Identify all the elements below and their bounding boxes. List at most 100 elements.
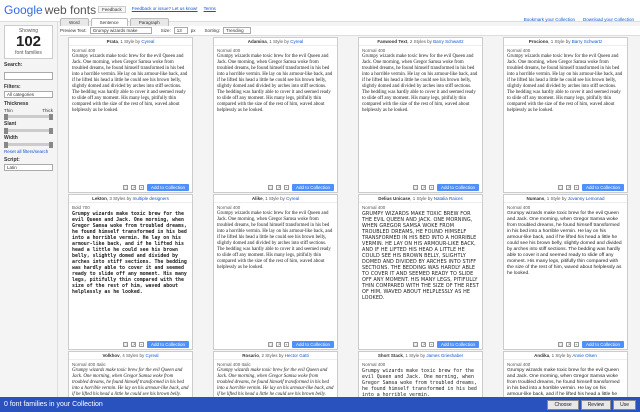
style-count: 2 Styles by bbox=[261, 353, 284, 358]
slider-handle-min[interactable] bbox=[4, 127, 8, 134]
add-icon[interactable]: + bbox=[428, 342, 434, 347]
slider-handle-max[interactable] bbox=[49, 127, 53, 134]
author-link[interactable]: Cyreal bbox=[286, 196, 299, 201]
author-link[interactable]: James Grieshaber bbox=[426, 353, 463, 358]
add-icon[interactable]: + bbox=[573, 342, 579, 347]
font-name[interactable]: Prociono bbox=[529, 39, 549, 44]
width-label: Width bbox=[4, 135, 18, 141]
author-link[interactable]: multiple designers bbox=[133, 196, 169, 201]
add-to-collection-button[interactable]: Add to Collection bbox=[291, 341, 334, 348]
pop-out-icon[interactable]: ↗ bbox=[275, 342, 281, 347]
author-link[interactable]: Hector Gatti bbox=[285, 353, 309, 358]
size-select[interactable]: 13 bbox=[173, 27, 188, 34]
slider-handle-min[interactable] bbox=[4, 141, 8, 148]
style-weight: Normal 400 bbox=[507, 205, 531, 210]
author-link[interactable]: Barry Schwartz bbox=[572, 39, 603, 44]
quick-use-icon[interactable]: □ bbox=[412, 342, 418, 347]
author-link[interactable]: Natalia Raices bbox=[434, 196, 463, 201]
style-weight: Normal 400 Italic bbox=[72, 362, 106, 367]
collection-bar: 0 font families in your Collection Choos… bbox=[0, 397, 640, 412]
issue-link[interactable]: Feedback or issue? Let us know! bbox=[132, 6, 198, 13]
quick-use-icon[interactable]: □ bbox=[267, 342, 273, 347]
tab-paragraph[interactable]: Paragraph bbox=[129, 18, 169, 26]
add-to-collection-button[interactable]: Add to Collection bbox=[436, 341, 479, 348]
font-name[interactable]: Rosario bbox=[242, 353, 259, 358]
author-link[interactable]: Barry Schwartz bbox=[433, 39, 464, 44]
pop-out-icon[interactable]: ↗ bbox=[275, 185, 281, 190]
reset-filters-link[interactable]: Reset all filters/search bbox=[4, 149, 53, 154]
card-header: Volkhov, 4 Styles by Cyreal bbox=[69, 352, 192, 360]
sorting-label: Sorting: bbox=[204, 28, 220, 33]
sample-text: Grumpy wizards make toxic brew for the e… bbox=[217, 368, 334, 397]
pop-out-icon[interactable]: ↗ bbox=[565, 185, 571, 190]
pop-out-icon[interactable]: ↗ bbox=[420, 185, 426, 190]
review-button[interactable]: Review bbox=[580, 400, 612, 410]
slant-slider[interactable] bbox=[4, 127, 53, 134]
add-icon[interactable]: + bbox=[428, 185, 434, 190]
quick-use-icon[interactable]: □ bbox=[557, 342, 563, 347]
collection-steps: Choose Review Use bbox=[547, 400, 636, 410]
bookmark-collection-link[interactable]: Bookmark your Collection bbox=[524, 17, 575, 22]
use-button[interactable]: Use bbox=[613, 400, 636, 410]
preview-text-input[interactable]: Grumpy wizards make bbox=[89, 27, 152, 34]
tab-sentence[interactable]: Sentence bbox=[90, 18, 128, 26]
quick-use-icon[interactable]: □ bbox=[557, 185, 563, 190]
script-select[interactable]: Latin bbox=[4, 164, 53, 171]
card-actions: □↗+Add to Collection bbox=[214, 340, 337, 349]
add-to-collection-button[interactable]: Add to Collection bbox=[146, 341, 189, 348]
add-icon[interactable]: + bbox=[138, 342, 144, 347]
author-link[interactable]: Cyreal bbox=[145, 353, 158, 358]
author-link[interactable]: Cyreal bbox=[141, 39, 154, 44]
google-web-fonts-logo[interactable]: Google web fonts bbox=[4, 3, 96, 17]
terms-link[interactable]: Terms bbox=[204, 6, 216, 13]
pop-out-icon[interactable]: ↗ bbox=[420, 342, 426, 347]
quick-use-icon[interactable]: □ bbox=[412, 185, 418, 190]
categories-select[interactable]: All categories bbox=[4, 91, 53, 98]
font-name[interactable]: Alike bbox=[252, 196, 263, 201]
font-name[interactable]: Andika bbox=[534, 353, 549, 358]
add-icon[interactable]: + bbox=[283, 342, 289, 347]
add-to-collection-button[interactable]: Add to Collection bbox=[581, 341, 624, 348]
add-to-collection-button[interactable]: Add to Collection bbox=[146, 184, 189, 191]
add-icon[interactable]: + bbox=[138, 185, 144, 190]
download-collection-link[interactable]: Download your Collection bbox=[583, 17, 634, 22]
author-link[interactable]: Cyreal bbox=[290, 39, 303, 44]
search-input[interactable] bbox=[4, 72, 53, 80]
sample-text: Grumpy wizards make toxic brew for the e… bbox=[217, 54, 333, 113]
author-link[interactable]: Jovanny Lemonad bbox=[568, 196, 605, 201]
slider-handle-max[interactable] bbox=[49, 141, 53, 148]
font-name[interactable]: Fanwood Text bbox=[377, 39, 407, 44]
pop-out-icon[interactable]: ↗ bbox=[130, 185, 136, 190]
thickness-slider[interactable] bbox=[4, 113, 53, 120]
add-to-collection-button[interactable]: Add to Collection bbox=[436, 184, 479, 191]
sorting-select[interactable]: Trending bbox=[222, 27, 251, 34]
feedback-button[interactable]: Feedback bbox=[98, 6, 126, 13]
choose-button[interactable]: Choose bbox=[547, 400, 579, 410]
tab-word[interactable]: Word bbox=[60, 18, 89, 26]
sample-text: Grumpy wizards make toxic brew for the e… bbox=[362, 368, 477, 398]
slider-handle-max[interactable] bbox=[49, 113, 53, 120]
add-icon[interactable]: + bbox=[573, 185, 579, 190]
font-name[interactable]: Delius Unicase bbox=[378, 196, 410, 201]
font-name[interactable]: Short Stack bbox=[378, 353, 403, 358]
quick-use-icon[interactable]: □ bbox=[122, 185, 128, 190]
author-link[interactable]: Annie Olsen bbox=[572, 353, 597, 358]
font-name[interactable]: Prata bbox=[107, 39, 118, 44]
add-icon[interactable]: + bbox=[283, 185, 289, 190]
slider-handle-min[interactable] bbox=[4, 113, 8, 120]
quick-use-icon[interactable]: □ bbox=[267, 185, 273, 190]
thin-label: Thin bbox=[4, 108, 13, 113]
width-slider[interactable] bbox=[4, 141, 53, 148]
font-name[interactable]: Adamina bbox=[248, 39, 267, 44]
quick-use-icon[interactable]: □ bbox=[122, 342, 128, 347]
font-name[interactable]: Lekton bbox=[92, 196, 107, 201]
font-name[interactable]: Volkhov bbox=[103, 353, 120, 358]
card-actions: □↗+Add to Collection bbox=[359, 340, 482, 349]
size-unit: px bbox=[190, 28, 196, 33]
pop-out-icon[interactable]: ↗ bbox=[130, 342, 136, 347]
font-name[interactable]: Numans bbox=[526, 196, 544, 201]
pop-out-icon[interactable]: ↗ bbox=[565, 342, 571, 347]
add-to-collection-button[interactable]: Add to Collection bbox=[581, 184, 624, 191]
add-to-collection-button[interactable]: Add to Collection bbox=[291, 184, 334, 191]
thick-label: Thick bbox=[42, 108, 53, 113]
